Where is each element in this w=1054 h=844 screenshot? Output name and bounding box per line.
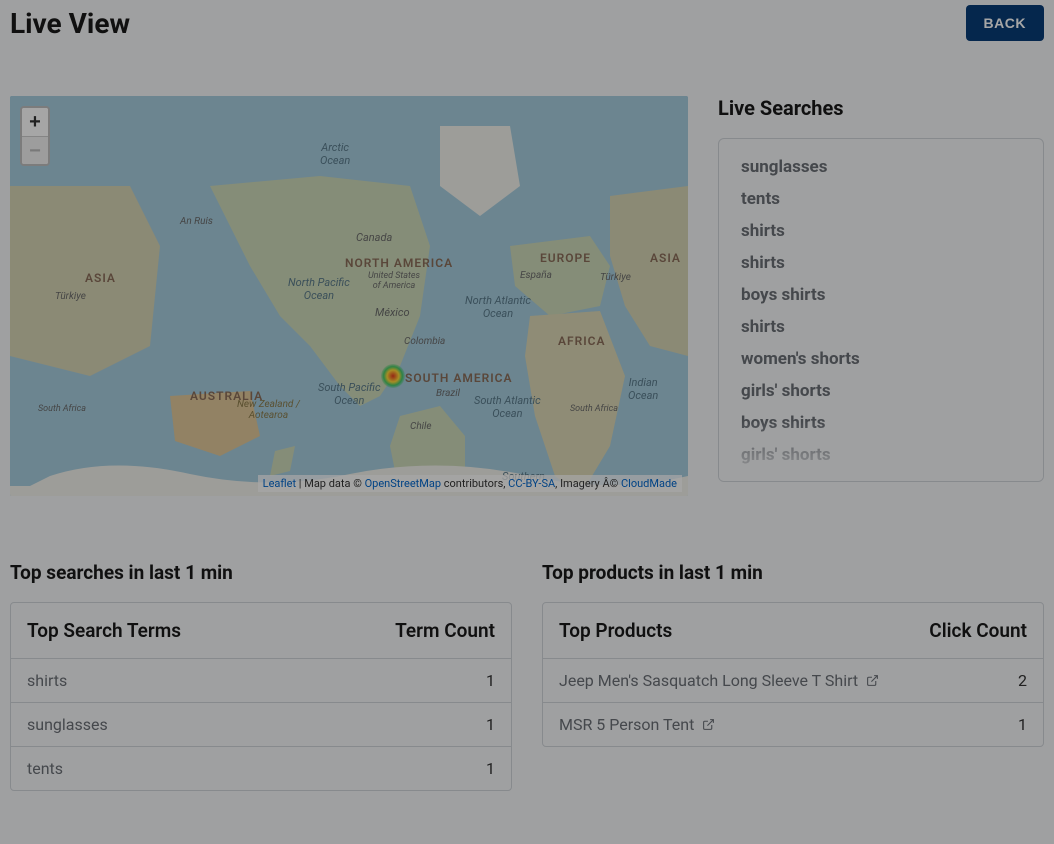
search-term: tents [27, 759, 63, 778]
col-click-count: Click Count [929, 619, 1027, 642]
click-count: 1 [1018, 715, 1027, 734]
heatmap-spot [381, 364, 405, 388]
table-row: Jeep Men's Sasquatch Long Sleeve T Shirt… [543, 659, 1043, 703]
col-term-count: Term Count [395, 619, 495, 642]
zoom-controls: + − [20, 106, 50, 166]
col-top-search-terms: Top Search Terms [27, 619, 181, 642]
table-row: MSR 5 Person Tent 1 [543, 703, 1043, 746]
leaflet-link[interactable]: Leaflet [263, 477, 296, 490]
live-search-item: shirts [741, 253, 1021, 273]
world-map[interactable]: Arctic Ocean North Pacific Ocean North A… [10, 96, 688, 496]
top-products-title: Top products in last 1 min [542, 561, 1044, 584]
live-search-item: women's shorts [741, 349, 1021, 369]
zoom-out-button[interactable]: − [22, 136, 48, 164]
attrib-sep2: contributors, [441, 477, 508, 490]
term-count: 1 [486, 715, 495, 734]
col-top-products: Top Products [559, 619, 672, 642]
live-search-item: tents [741, 189, 1021, 209]
osm-link[interactable]: OpenStreetMap [365, 477, 441, 490]
live-searches-box: sunglasses tents shirts shirts boys shirts sh… [718, 138, 1044, 482]
attrib-sep3: , Imagery Â© [555, 477, 621, 490]
table-row: tents 1 [11, 747, 511, 790]
fade-overlay [719, 421, 1043, 481]
search-term: shirts [27, 671, 67, 690]
product-link[interactable]: Jeep Men's Sasquatch Long Sleeve T Shirt [559, 671, 879, 690]
product-link[interactable]: MSR 5 Person Tent [559, 715, 715, 734]
live-search-item: sunglasses [741, 157, 1021, 177]
external-link-icon [702, 718, 715, 731]
search-term: sunglasses [27, 715, 108, 734]
zoom-in-button[interactable]: + [22, 108, 48, 136]
term-count: 1 [486, 671, 495, 690]
page-title: Live View [10, 7, 130, 40]
term-count: 1 [486, 759, 495, 778]
top-products-table: Top Products Click Count Jeep Men's Sasq… [542, 602, 1044, 747]
live-search-item: shirts [741, 317, 1021, 337]
live-search-item: boys shirts [741, 285, 1021, 305]
back-button[interactable]: BACK [966, 5, 1044, 41]
ccbysa-link[interactable]: CC-BY-SA [508, 477, 555, 490]
live-search-item: shirts [741, 221, 1021, 241]
top-searches-title: Top searches in last 1 min [10, 561, 512, 584]
attrib-sep1: | Map data © [296, 477, 365, 490]
live-searches-title: Live Searches [718, 96, 1044, 120]
table-row: shirts 1 [11, 659, 511, 703]
cloudmade-link[interactable]: CloudMade [621, 477, 677, 490]
top-searches-table: Top Search Terms Term Count shirts1sungl… [10, 602, 512, 791]
map-tiles [10, 96, 688, 496]
click-count: 2 [1018, 671, 1027, 690]
live-search-item: girls' shorts [741, 381, 1021, 401]
map-attribution: Leaflet | Map data © OpenStreetMap contr… [258, 475, 682, 492]
table-row: sunglasses 1 [11, 703, 511, 747]
external-link-icon [866, 674, 879, 687]
